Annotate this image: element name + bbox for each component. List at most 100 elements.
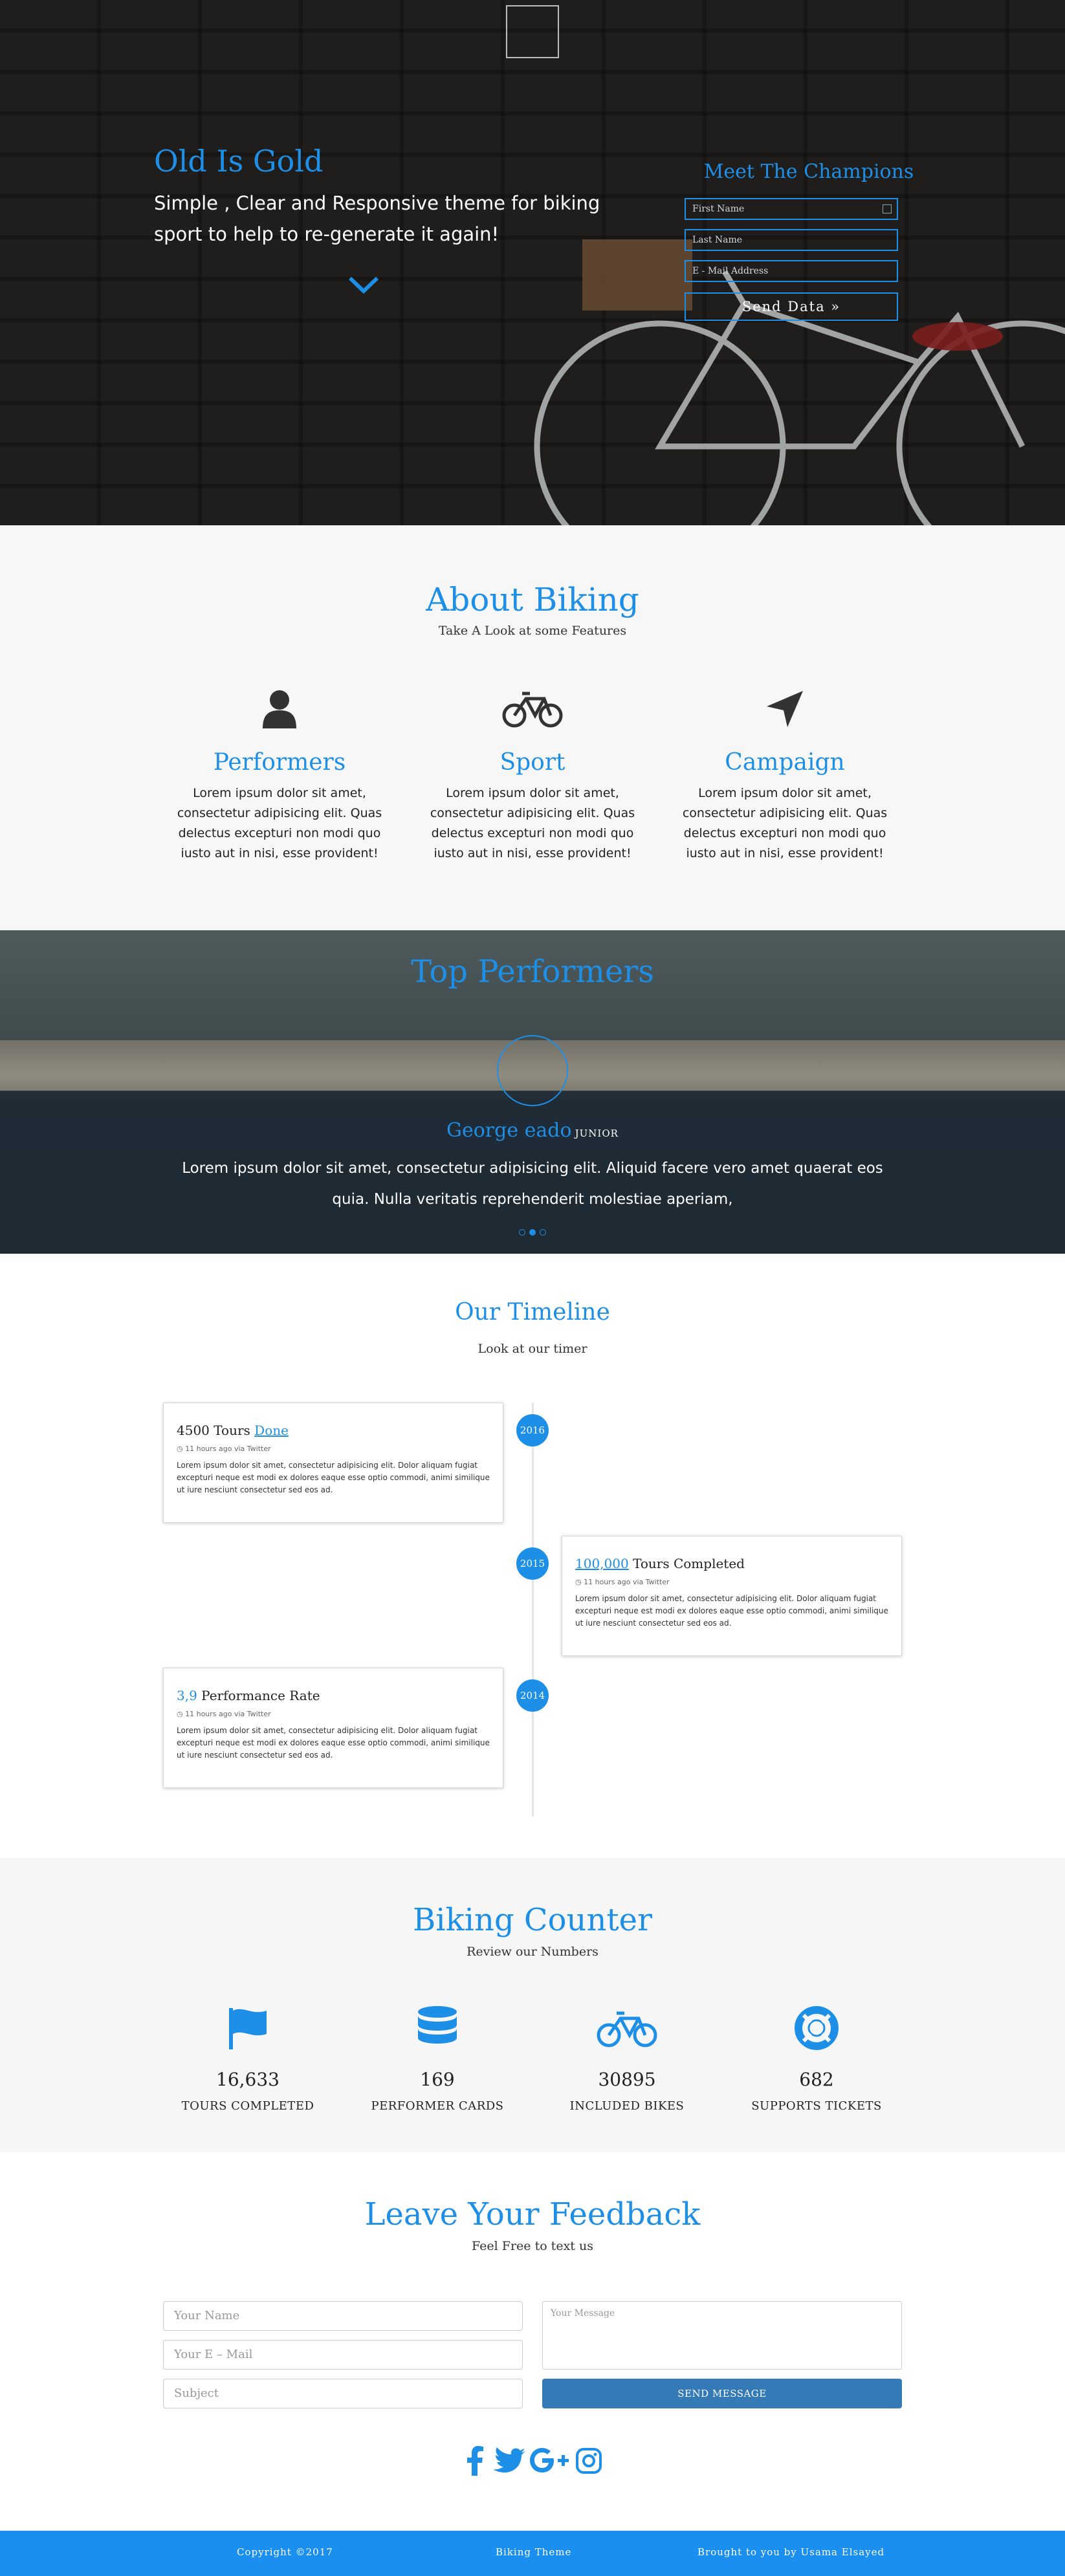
timeline-line — [532, 1403, 534, 1817]
year-badge-2014: 2014 — [516, 1679, 549, 1712]
timeline-title-text: Tours Completed — [628, 1556, 745, 1571]
timeline-card-title: 4500 Tours Done — [177, 1423, 490, 1438]
footer-credit: Brought to you by Usama Elsayed — [697, 2546, 885, 2558]
counter-title: Biking Counter — [412, 1902, 653, 1938]
feature-title: Campaign — [725, 749, 845, 776]
counter-performer-cards: 169 PERFORMER CARDS — [340, 2005, 534, 2113]
logo-image[interactable] — [506, 5, 559, 58]
counter-tours: 16,633 TOURS COMPLETED — [151, 2005, 345, 2113]
feature-sport: Sport Lorem ipsum dolor sit amet, consec… — [423, 688, 642, 864]
done-link[interactable]: Done — [254, 1423, 289, 1438]
footer-theme: Biking Theme — [496, 2546, 572, 2558]
timeline-meta-text: 11 hours ago via Twitter — [584, 1578, 670, 1586]
user-icon — [263, 690, 296, 728]
performer-quote: Lorem ipsum dolor sit amet, consectetur … — [182, 1160, 883, 1208]
timeline-card-title: 100,000 Tours Completed — [575, 1556, 888, 1571]
counter-tickets: 682 SUPPORTS TICKETS — [719, 2005, 914, 2113]
timeline-meta: ◷ 11 hours ago via Twitter — [177, 1710, 271, 1718]
feature-performers: Performers Lorem ipsum dolor sit amet, c… — [170, 688, 390, 864]
feedback-message-textarea[interactable]: Your Message — [542, 2301, 902, 2370]
performer-name-line: George eado JUNIOR — [0, 1119, 1065, 1142]
last-name-placeholder: Last Name — [692, 235, 743, 245]
send-data-button[interactable]: Send Data » — [685, 292, 898, 321]
feedback-subject-input[interactable]: Subject — [163, 2379, 523, 2408]
timeline-section: Our Timeline Look at our timer 4500 Tour… — [0, 1254, 1065, 1858]
slider-dot-1[interactable] — [519, 1229, 525, 1236]
last-name-input[interactable]: Last Name — [685, 229, 898, 251]
feature-text: Lorem ipsum dolor sit amet, consectetur … — [177, 786, 382, 860]
counter-label: INCLUDED BIKES — [569, 2099, 685, 2113]
counter-label: SUPPORTS TICKETS — [751, 2099, 882, 2113]
hero-section: Old Is Gold Simple , Clear and Responsiv… — [0, 0, 1065, 525]
basket — [582, 239, 692, 311]
footer: Copyright ©2017 Biking Theme Brought to … — [0, 2531, 1065, 2576]
counter-value: 30895 — [598, 2069, 656, 2090]
hero-subtitle: Simple , Clear and Responsive theme for … — [154, 192, 600, 245]
message-placeholder: Your Message — [551, 2308, 615, 2319]
timeline-title: Our Timeline — [455, 1299, 610, 1326]
timeline-meta: ◷ 11 hours ago via Twitter — [575, 1578, 670, 1586]
about-section: About Biking Take A Look at some Feature… — [0, 525, 1065, 930]
timeline-card-2014: 3,9 Performance Rate ◷ 11 hours ago via … — [163, 1668, 503, 1788]
facebook-icon[interactable] — [459, 2443, 490, 2478]
feature-title: Performers — [213, 749, 346, 776]
timeline-meta-text: 11 hours ago via Twitter — [185, 1445, 271, 1453]
google-plus-icon[interactable] — [528, 2443, 571, 2478]
life-ring-icon — [795, 2006, 839, 2050]
timeline-meta-text: 11 hours ago via Twitter — [185, 1710, 271, 1718]
timeline-title-text: Performance Rate — [197, 1688, 320, 1703]
instagram-icon[interactable] — [573, 2443, 604, 2478]
autofill-icon — [883, 204, 892, 213]
feedback-name-input[interactable]: Your Name — [163, 2301, 523, 2331]
social-links — [459, 2443, 606, 2478]
feature-title: Sport — [500, 749, 565, 776]
timeline-meta: ◷ 11 hours ago via Twitter — [177, 1445, 271, 1453]
email-input[interactable]: E - Mail Address — [685, 260, 898, 282]
performer-avatar — [497, 1035, 568, 1106]
hero-title: Old Is Gold — [154, 144, 324, 179]
slider-dot-2[interactable] — [529, 1229, 536, 1236]
chevron-down-icon[interactable] — [347, 276, 380, 295]
email-placeholder: Your E – Mail — [174, 2348, 253, 2361]
timeline-title-text: 4500 Tours — [177, 1423, 255, 1438]
slider-dot-3[interactable] — [540, 1229, 546, 1236]
database-icon — [418, 2006, 457, 2044]
counter-value: 169 — [420, 2069, 455, 2090]
location-arrow-icon — [767, 691, 803, 727]
performer-rank: JUNIOR — [575, 1128, 619, 1139]
feedback-title: Leave Your Feedback — [364, 2196, 701, 2232]
feature-campaign: Campaign Lorem ipsum dolor sit amet, con… — [675, 688, 895, 864]
counter-value: 682 — [799, 2069, 834, 2090]
bicycle-icon — [502, 692, 563, 728]
counter-bikes: 30895 INCLUDED BIKES — [530, 2005, 724, 2113]
about-title: About Biking — [426, 581, 639, 618]
name-placeholder: Your Name — [174, 2309, 240, 2322]
timeline-text: Lorem ipsum dolor sit amet, consectetur … — [575, 1594, 888, 1628]
send-message-button[interactable]: SEND MESSAGE — [542, 2379, 902, 2408]
feedback-section: Leave Your Feedback Feel Free to text us… — [0, 2152, 1065, 2531]
bike-seat — [912, 322, 1003, 351]
year-badge-2016: 2016 — [516, 1414, 549, 1446]
subject-placeholder: Subject — [174, 2386, 219, 2400]
first-name-input[interactable]: First Name — [685, 198, 898, 220]
champions-form-title: Meet The Champions — [703, 160, 914, 183]
feature-text: Lorem ipsum dolor sit amet, consectetur … — [430, 786, 635, 860]
counter-subtitle: Review our Numbers — [467, 1945, 598, 1959]
top-performers-section: Top Performers George eado JUNIOR Lorem … — [0, 930, 1065, 1254]
timeline-highlight[interactable]: 100,000 — [575, 1556, 629, 1571]
timeline-card-2016: 4500 Tours Done ◷ 11 hours ago via Twitt… — [163, 1403, 503, 1523]
footer-copyright: Copyright ©2017 — [237, 2546, 333, 2558]
counter-label: TOURS COMPLETED — [181, 2099, 314, 2113]
timeline-subtitle: Look at our timer — [478, 1342, 587, 1356]
email-placeholder: E - Mail Address — [692, 266, 769, 276]
timeline-card-title: 3,9 Performance Rate — [177, 1688, 490, 1703]
twitter-icon[interactable] — [490, 2443, 528, 2478]
biking-counter-section: Biking Counter Review our Numbers 16,633… — [0, 1858, 1065, 2152]
slider-dots — [518, 1228, 549, 1237]
about-subtitle: Take A Look at some Features — [438, 624, 627, 638]
counter-label: PERFORMER CARDS — [371, 2099, 504, 2113]
feedback-email-input[interactable]: Your E – Mail — [163, 2340, 523, 2370]
feature-text: Lorem ipsum dolor sit amet, consectetur … — [682, 786, 888, 860]
counter-value: 16,633 — [216, 2069, 280, 2090]
performer-name: George eado — [446, 1119, 572, 1142]
